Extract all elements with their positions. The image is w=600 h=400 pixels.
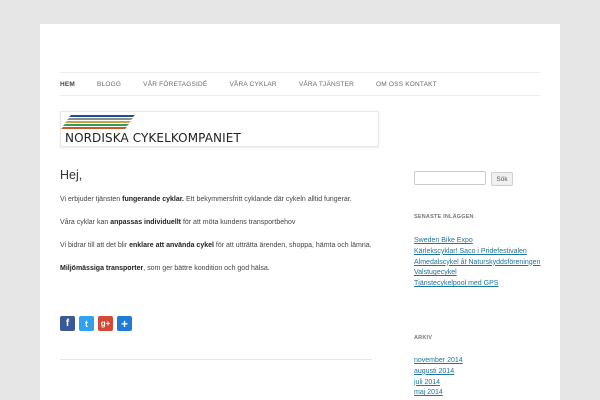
recent-post-link[interactable]: Sweden Bike Expo xyxy=(414,236,540,247)
archive-link[interactable]: augusti 2014 xyxy=(414,367,463,378)
nav-item-foretagside[interactable]: VÅR FÖRETAGSIDÉ xyxy=(143,81,207,88)
recent-post-link[interactable]: Tjänstecykelpool med GPS xyxy=(414,279,540,290)
archive-list: november 2014 augusti 2014 juli 2014 maj… xyxy=(414,356,463,399)
logo-stripe xyxy=(63,124,129,126)
nav-item-om-oss-kontakt[interactable]: OM OSS KONTAKT xyxy=(376,81,437,88)
archive-link[interactable]: maj 2014 xyxy=(414,388,463,399)
recent-post-link[interactable]: Almedalscykel åt Naturskyddsföreningen xyxy=(414,258,540,269)
bold-text: fungerande cyklar. xyxy=(122,196,184,203)
share-buttons: f t g+ + xyxy=(60,316,132,331)
share-more-button[interactable]: + xyxy=(117,316,132,331)
recent-post-link[interactable]: Valstugecykel xyxy=(414,268,540,279)
recent-post-link[interactable]: Kärlekscyklar! Saco i Pridefestivalen xyxy=(414,247,540,258)
text: Ett bekymmersfritt cyklande där cykeln a… xyxy=(184,196,352,203)
archive-link[interactable]: november 2014 xyxy=(414,356,463,367)
paragraph: Miljömässiga transporter, som ger bättre… xyxy=(60,263,372,275)
share-plus-icon: + xyxy=(120,316,128,331)
main-navigation: HEM BLOGG VÅR FÖRETAGSIDÉ VÅRA CYKLAR VÅ… xyxy=(60,72,540,96)
facebook-share-button[interactable]: f xyxy=(60,316,75,331)
paragraph: Våra cyklar kan anpassas individuellt fö… xyxy=(60,217,372,229)
paragraph: Vi bidrar till att det blir enklare att … xyxy=(60,240,372,252)
text: , som ger bättre kondition och god hälsa… xyxy=(143,265,270,272)
site-logo[interactable]: NORDISKA CYKELKOMPANIET xyxy=(60,111,379,147)
bold-text: Miljömässiga transporter xyxy=(60,265,144,272)
page-container: HEM BLOGG VÅR FÖRETAGSIDÉ VÅRA CYKLAR VÅ… xyxy=(40,24,560,400)
twitter-icon: t xyxy=(85,318,88,329)
logo-text: NORDISKA CYKELKOMPANIET xyxy=(65,131,241,145)
logo-stripe xyxy=(69,115,135,117)
content-divider xyxy=(60,359,372,360)
nav-item-blogg[interactable]: BLOGG xyxy=(97,81,121,88)
text: för att utträtta ärenden, shoppa, hämta … xyxy=(213,242,372,249)
recent-posts-title: SENASTE INLÄGGEN xyxy=(414,214,474,220)
paragraph: Vi erbjuder tjänsten fungerande cyklar. … xyxy=(60,194,372,206)
recent-posts-list: Sweden Bike Expo Kärlekscyklar! Saco i P… xyxy=(414,236,540,290)
search-button[interactable]: Sök xyxy=(491,172,513,186)
text: Vi bidrar till att det blir xyxy=(60,242,130,249)
text: Vi erbjuder tjänsten xyxy=(60,196,123,203)
archive-link[interactable]: juli 2014 xyxy=(414,378,463,389)
logo-stripes-icon xyxy=(61,115,135,129)
archive-title: ARKIV xyxy=(414,335,433,341)
text: för att möta kundens transportbehov xyxy=(181,219,296,226)
nav-item-cyklar[interactable]: VÅRA CYKLAR xyxy=(229,81,276,88)
nav-item-hem[interactable]: HEM xyxy=(60,81,75,88)
logo-stripe xyxy=(67,118,133,120)
bold-text: anpassas individuellt xyxy=(110,219,181,226)
logo-stripe xyxy=(65,121,131,123)
google-plus-share-button[interactable]: g+ xyxy=(98,316,113,331)
nav-item-tjanster[interactable]: VÅRA TJÄNSTER xyxy=(299,81,354,88)
google-plus-icon: g+ xyxy=(100,319,111,328)
text: Våra cyklar kan xyxy=(60,219,111,226)
facebook-icon: f xyxy=(65,318,70,329)
search-input[interactable] xyxy=(414,171,486,185)
bold-text: enklare att använda cykel xyxy=(129,242,214,249)
logo-stripe xyxy=(61,127,127,129)
twitter-share-button[interactable]: t xyxy=(79,316,94,331)
page-heading: Hej, xyxy=(60,168,83,182)
main-content: Hej, Vi erbjuder tjänsten fungerande cyk… xyxy=(60,168,372,286)
